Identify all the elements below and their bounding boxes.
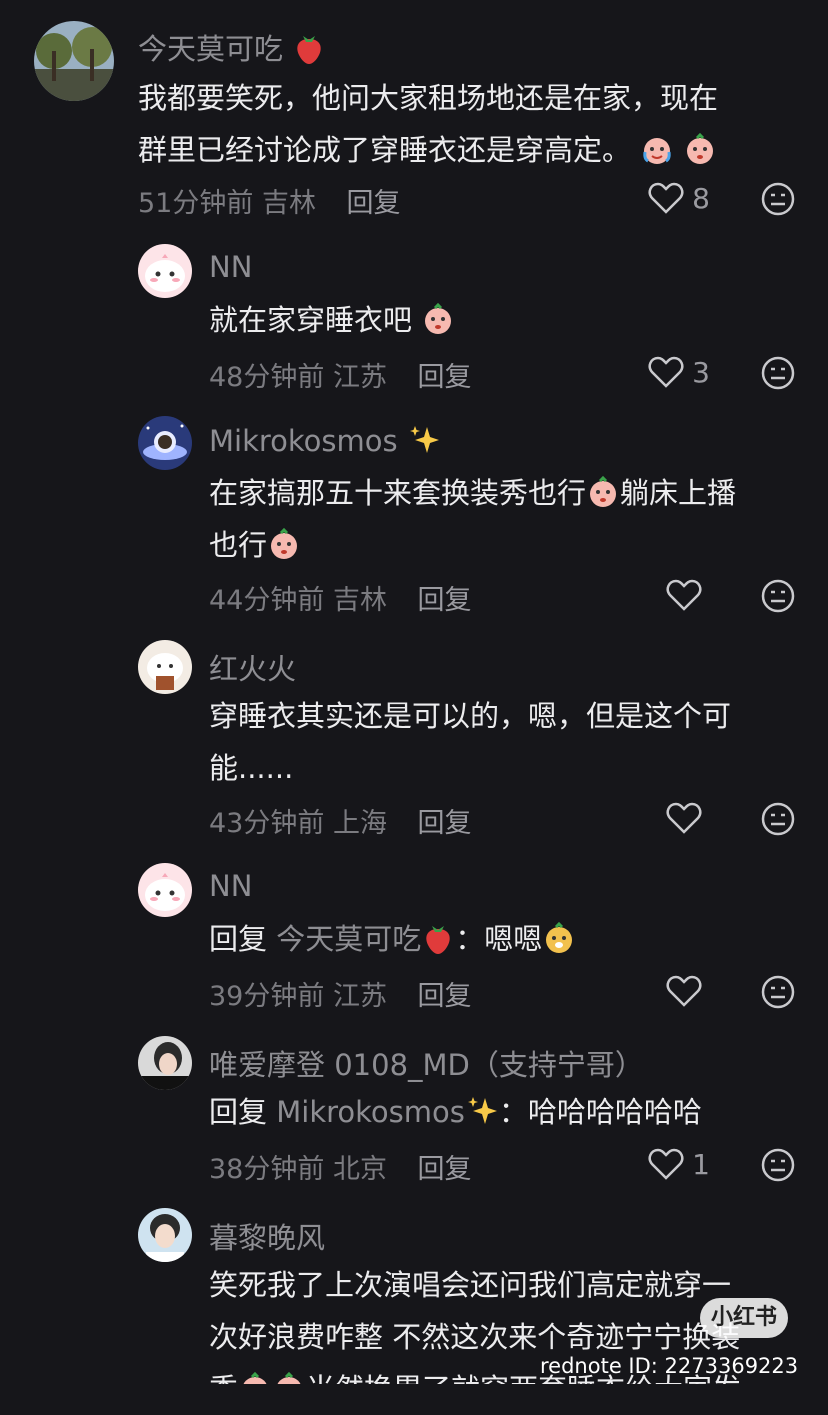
comment-author[interactable]: Mikrokosmos — [209, 423, 441, 458]
avatar[interactable] — [138, 1036, 192, 1090]
comment-text: 就在家穿睡衣吧 — [209, 294, 455, 346]
dog-emoji-icon — [546, 921, 573, 953]
reply-button[interactable]: 回复 — [418, 362, 472, 393]
strawberry-icon — [297, 36, 321, 64]
face-icon — [761, 182, 795, 216]
like-count: 8 — [692, 181, 710, 215]
comment-text: 在家搞那五十来套换装秀也行 躺床上播 也行 — [209, 475, 737, 562]
comment-author[interactable]: NN — [209, 869, 252, 903]
heart-icon — [666, 975, 702, 1007]
avatar[interactable] — [138, 640, 192, 694]
comment-text: 我都要笑死，他问大家租场地还是在家，现在 群里已经讨论成了穿睡衣还是穿高定。 — [138, 81, 719, 167]
comment-author[interactable]: 唯爱摩登 0108_MD（支持宁哥） — [209, 1042, 644, 1084]
watermark-logo: 小红书 — [700, 1298, 788, 1338]
heart-icon — [648, 182, 684, 214]
peach-emoji-icon — [271, 527, 298, 559]
react-button[interactable] — [760, 801, 796, 841]
like-count: 1 — [692, 1147, 710, 1181]
react-button[interactable] — [760, 355, 796, 395]
sparkles-icon — [467, 1097, 497, 1124]
mention-link[interactable]: 今天莫可吃 — [276, 922, 421, 956]
like-button[interactable] — [666, 578, 710, 612]
peach-emoji-icon — [590, 475, 617, 507]
comment-meta: 38分钟前 北京 回复 — [209, 1154, 472, 1185]
heart-icon — [648, 356, 684, 388]
react-button[interactable] — [760, 1147, 796, 1187]
like-button[interactable] — [666, 974, 710, 1008]
reply-button[interactable]: 回复 — [418, 585, 472, 616]
reply-button[interactable]: 回复 — [418, 1154, 472, 1185]
heart-icon — [666, 802, 702, 834]
comment-author[interactable]: 今天莫可吃 — [138, 26, 326, 68]
comment-meta: 48分钟前 江苏 回复 — [209, 362, 472, 393]
comment-meta: 43分钟前 上海 回复 — [209, 808, 472, 839]
face-icon — [761, 356, 795, 390]
avatar[interactable] — [138, 863, 192, 917]
like-button[interactable]: 3 — [648, 355, 710, 389]
face-icon — [761, 579, 795, 613]
heart-icon — [666, 579, 702, 611]
like-button[interactable]: 1 — [648, 1147, 710, 1181]
comment-author[interactable]: 红火火 — [209, 646, 296, 688]
react-button[interactable] — [760, 181, 796, 221]
avatar[interactable] — [138, 244, 192, 298]
like-count: 3 — [692, 355, 710, 389]
like-button[interactable] — [666, 801, 710, 835]
strawberry-icon — [426, 926, 450, 954]
peach-emoji-icon — [687, 132, 714, 164]
face-icon — [761, 1148, 795, 1182]
bottom-edge — [0, 1384, 828, 1404]
react-button[interactable] — [760, 578, 796, 618]
comment-author[interactable]: 暮黎晚风 — [209, 1215, 325, 1257]
comment-meta: 51分钟前 吉林 回复 — [138, 188, 401, 219]
avatar[interactable] — [138, 1208, 192, 1262]
face-icon — [761, 975, 795, 1009]
comment-meta: 39分钟前 江苏 回复 — [209, 981, 472, 1012]
avatar[interactable] — [138, 416, 192, 470]
comment-author[interactable]: NN — [209, 250, 252, 284]
react-button[interactable] — [760, 974, 796, 1014]
reply-button[interactable]: 回复 — [418, 808, 472, 839]
avatar[interactable] — [34, 21, 114, 101]
comment-meta: 44分钟前 吉林 回复 — [209, 585, 472, 616]
like-button[interactable]: 8 — [648, 181, 710, 215]
comment-text: 穿睡衣其实还是可以的，嗯，但是这个可 能...... — [209, 699, 732, 785]
sparkles-icon — [409, 426, 439, 453]
comment-text: 回复 Mikrokosmos ：哈哈哈哈哈哈 — [209, 1095, 702, 1129]
peach-emoji-icon — [425, 302, 452, 334]
reply-button[interactable]: 回复 — [347, 188, 401, 219]
comment-text: 回复 今天莫可吃 ：嗯嗯 — [209, 913, 576, 965]
face-icon — [761, 802, 795, 836]
watermark-id: rednote ID: 2273369223 — [540, 1354, 799, 1378]
reply-button[interactable]: 回复 — [418, 981, 472, 1012]
heart-icon — [648, 1148, 684, 1180]
mention-link[interactable]: Mikrokosmos — [276, 1095, 465, 1129]
crying-laugh-emoji-icon — [643, 138, 671, 164]
